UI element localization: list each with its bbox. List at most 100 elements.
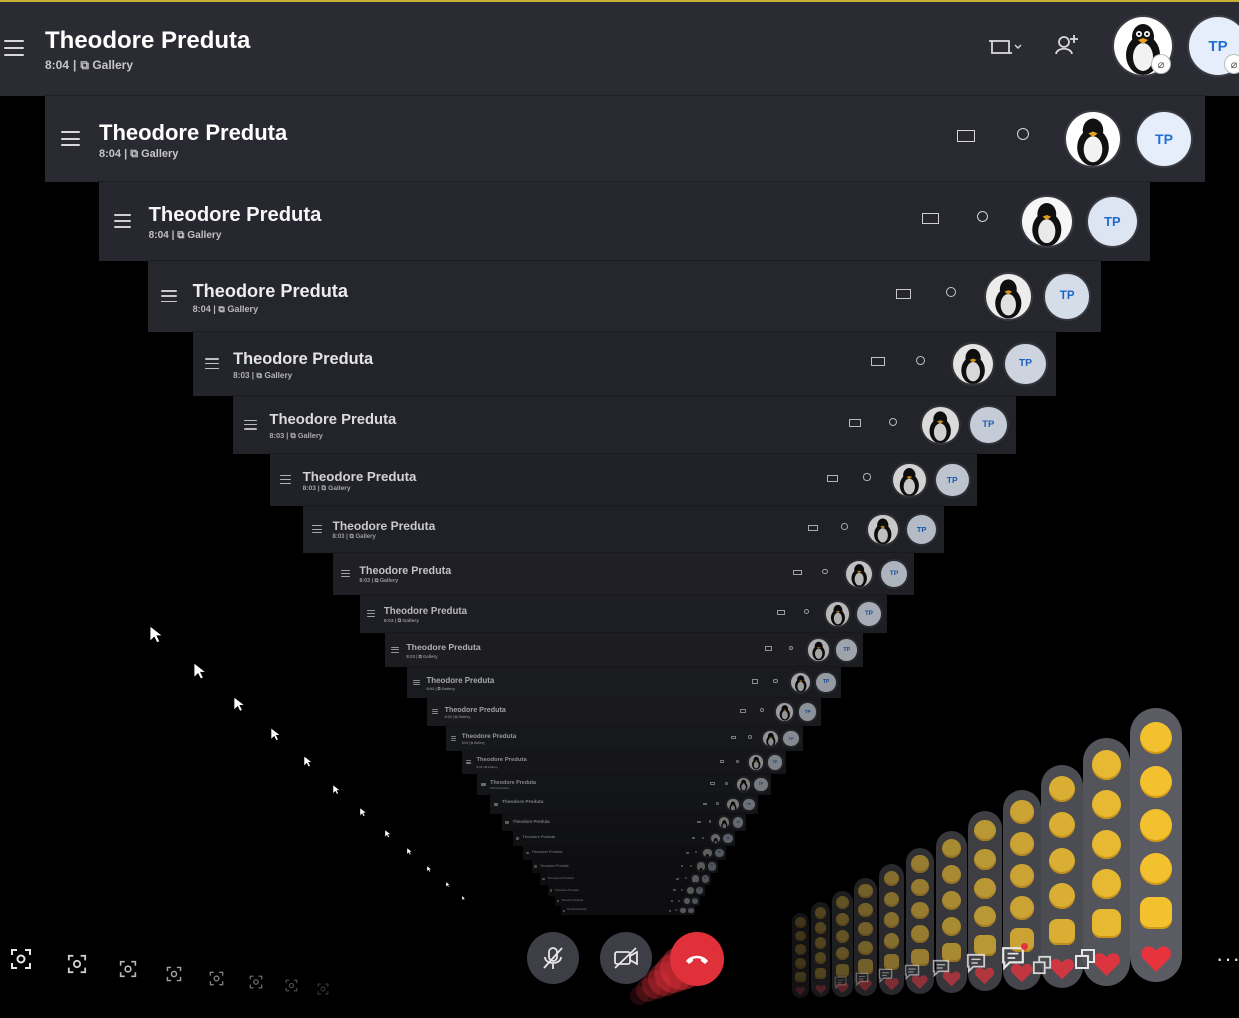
nested-call-header: Theodore Preduta TP: [490, 795, 758, 814]
thumbs-up-icon: [795, 971, 806, 983]
chat-icon[interactable]: [1001, 946, 1025, 970]
laugh-emoji-icon: [911, 925, 929, 943]
laugh-emoji-icon: [974, 906, 996, 928]
mute-button[interactable]: [527, 932, 579, 984]
screenshot-icon[interactable]: [10, 948, 32, 970]
add-participant-icon[interactable]: [1054, 32, 1080, 58]
nested-call-header: Theodore Preduta 8:03 | ⧉ Gallery TP: [385, 633, 863, 667]
chat-icon[interactable]: [966, 953, 986, 973]
end-call-echo: [630, 986, 649, 1005]
nested-call-header: Theodore Preduta TP: [540, 873, 711, 885]
window-icon[interactable]: [1074, 948, 1096, 970]
angry-emoji-icon: [974, 848, 996, 870]
menu-icon: [466, 760, 472, 765]
nested-call-header: Theodore Preduta TP: [548, 885, 705, 896]
call-title: Theodore Preduta: [99, 120, 288, 145]
smile-emoji-icon[interactable]: [1139, 809, 1173, 842]
participant-avatar-tux: [748, 755, 764, 770]
call-title: Theodore Preduta: [501, 800, 544, 806]
call-title: Theodore Preduta: [531, 849, 563, 854]
angry-emoji-icon: [911, 878, 929, 897]
call-subtitle: 8:03 | ⧉ Gallery: [269, 431, 323, 441]
participant-avatar-tp: TP: [783, 730, 799, 747]
call-subtitle: 8:03 | ⧉ Gallery: [383, 618, 419, 624]
angry-emoji-icon: [858, 902, 873, 918]
screenshot-icon[interactable]: [285, 979, 298, 992]
smile-emoji-icon: [911, 902, 929, 920]
penguin-icon: [995, 279, 1022, 319]
menu-icon: [515, 837, 520, 840]
mouse-cursor-icon: [462, 896, 466, 901]
menu-icon: [525, 851, 529, 855]
call-title: Theodore Preduta: [269, 412, 397, 429]
chat-icon[interactable]: [834, 976, 847, 989]
penguin-icon: [899, 467, 919, 497]
call-subtitle: 8:04 | ⧉ Gallery: [148, 229, 222, 241]
call-subtitle: 8:03 | ⧉ Gallery: [233, 370, 293, 380]
smile-emoji-icon: [858, 921, 873, 936]
participant-avatar-tp: TP: [970, 406, 1007, 444]
heart-icon[interactable]: [1140, 944, 1172, 973]
penguin-icon: [1077, 118, 1109, 166]
participant-avatar-tux: [696, 862, 706, 871]
end-call-button[interactable]: [670, 932, 724, 986]
chat-icon[interactable]: [855, 972, 869, 986]
layout-switch-icon: [676, 877, 679, 880]
participant-avatar-tux: [710, 833, 721, 844]
nested-call-header: Theodore Preduta TP: [513, 831, 735, 846]
menu-icon: [562, 909, 565, 912]
more-options-button[interactable]: ···: [1216, 946, 1239, 972]
add-participant-icon: [916, 355, 925, 365]
mouse-cursor-icon: [407, 848, 413, 855]
participant-avatar-tp: TP: [1087, 196, 1138, 247]
menu-icon: [542, 877, 545, 880]
sad-emoji-icon[interactable]: [1139, 721, 1173, 754]
chat-icon[interactable]: [878, 968, 893, 983]
menu-icon: [61, 131, 80, 146]
nested-call-header: Theodore Preduta TP: [561, 906, 695, 915]
screenshot-icon[interactable]: [67, 954, 87, 974]
call-title: Theodore Preduta: [383, 605, 468, 617]
participant-avatar-tux: [790, 672, 811, 693]
screenshot-icon[interactable]: [317, 983, 329, 995]
call-header: Theodore Preduta 8:04 | ⧉ Gallery ⌀ TP ⌀: [0, 2, 1239, 96]
nested-call-header: Theodore Preduta TP: [523, 846, 726, 860]
layout-switch-icon[interactable]: [988, 36, 1024, 58]
penguin-icon: [729, 801, 737, 811]
screenshot-icon[interactable]: [119, 960, 137, 978]
menu-icon[interactable]: [4, 40, 24, 56]
call-title: Theodore Preduta: [461, 732, 517, 740]
menu-icon: [550, 889, 553, 892]
menu-icon: [113, 214, 132, 228]
menu-icon: [340, 570, 351, 578]
thumbs-up-icon[interactable]: [1139, 897, 1173, 930]
menu-icon: [505, 820, 509, 824]
menu-icon: [412, 679, 420, 686]
add-participant-icon: [680, 889, 683, 892]
nested-call-header: Theodore Preduta 8:03 | ⧉ Gallery TP: [303, 506, 944, 553]
nested-call-header: Theodore Preduta 8:04 | ⧉ Gallery TP: [45, 96, 1205, 182]
add-participant-icon: [675, 909, 678, 912]
call-title: Theodore Preduta: [426, 675, 495, 685]
screenshot-icon[interactable]: [249, 975, 263, 989]
nested-call-header: Theodore Preduta 8:03 | ⧉ Gallery TP: [270, 454, 977, 506]
call-subtitle: 8:04 | ⧉ Gallery: [192, 303, 259, 314]
penguin-icon: [751, 757, 761, 770]
call-title: Theodore Preduta: [554, 888, 579, 893]
chat-icon[interactable]: [904, 964, 920, 980]
add-participant-icon: [788, 645, 794, 651]
screenshot-icon[interactable]: [166, 966, 182, 982]
angry-emoji-icon[interactable]: [1139, 765, 1173, 798]
mic-off-icon: [543, 947, 563, 969]
call-title: Theodore Preduta: [332, 519, 436, 534]
add-participant-icon: [759, 708, 764, 713]
video-off-icon: [614, 947, 638, 969]
screenshot-icon[interactable]: [209, 971, 224, 986]
smile-emoji-icon: [814, 937, 827, 949]
chat-icon[interactable]: [932, 959, 950, 977]
heart-icon: [1093, 953, 1120, 977]
window-icon[interactable]: [1032, 955, 1052, 975]
mouse-cursor-icon: [385, 830, 392, 838]
participant-avatar-tp: TP: [836, 639, 858, 661]
call-subtitle: 8:03 | ⧉ Gallery: [359, 578, 399, 585]
